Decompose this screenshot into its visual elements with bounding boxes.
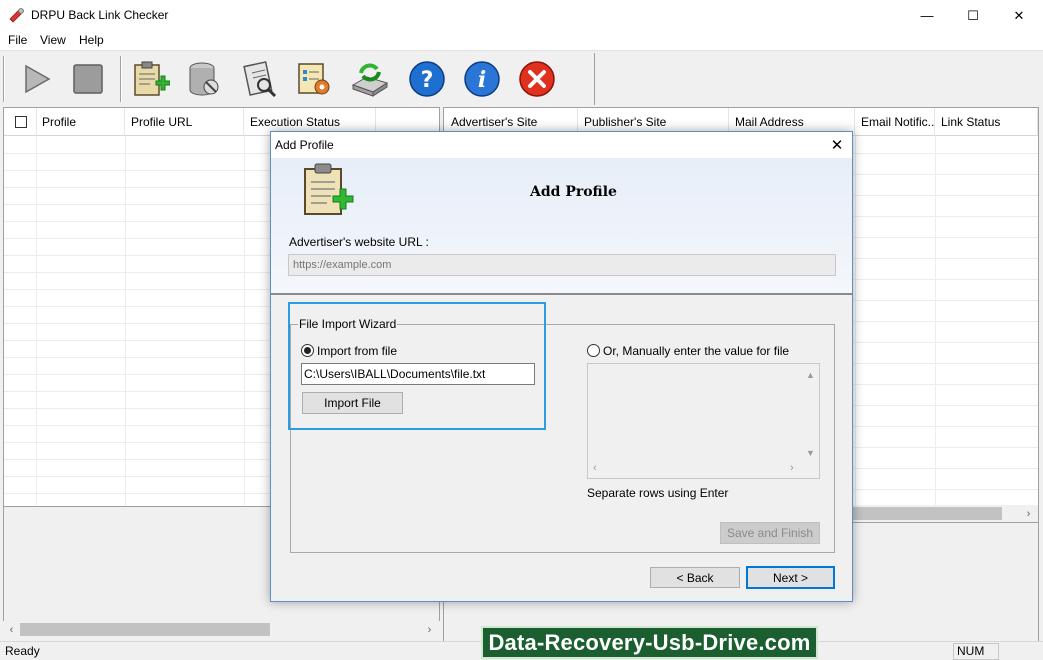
help-icon: ?	[409, 61, 445, 97]
dialog-close-button[interactable]: ✕	[823, 134, 851, 156]
watermark-banner: Data-Recovery-Usb-Drive.com	[481, 626, 818, 659]
app-title: DRPU Back Link Checker	[31, 8, 169, 22]
import-file-button[interactable]: Import File	[302, 392, 403, 414]
menu-bar: File View Help	[0, 31, 1043, 51]
update-icon	[351, 63, 389, 97]
scroll-right-icon[interactable]: ›	[421, 621, 438, 638]
app-icon	[9, 8, 24, 23]
scroll-left-icon[interactable]: ‹	[593, 462, 597, 474]
info-button[interactable]: i	[460, 57, 504, 101]
close-icon: ✕	[830, 137, 844, 154]
add-profile-icon	[304, 163, 354, 215]
grid-line	[125, 136, 126, 506]
svg-text:i: i	[478, 67, 486, 93]
scroll-thumb[interactable]	[844, 507, 1002, 520]
manual-entry-radio[interactable]	[587, 344, 600, 357]
status-text: Ready	[5, 644, 40, 658]
minimize-icon: —	[920, 8, 934, 23]
scroll-thumb[interactable]	[20, 623, 270, 636]
save-and-finish-button[interactable]: Save and Finish	[720, 522, 820, 544]
scroll-left-icon[interactable]: ‹	[3, 621, 20, 638]
title-bar: DRPU Back Link Checker — ☐ ✕	[0, 0, 1043, 31]
report-icon	[243, 61, 277, 98]
grid-line	[244, 136, 245, 506]
update-button[interactable]	[348, 57, 392, 101]
import-from-file-label: Import from file	[317, 344, 398, 358]
separate-rows-hint: Separate rows using Enter	[587, 486, 729, 500]
manual-entry-textarea[interactable]: ▲ ▼ ‹ ›	[587, 363, 820, 479]
toolbar-separator	[120, 56, 122, 102]
toolbar: ? i	[0, 52, 1043, 106]
manual-entry-label: Or, Manually enter the value for file	[603, 344, 790, 358]
url-label: Advertiser's website URL :	[289, 235, 429, 249]
database-icon	[189, 62, 219, 96]
report-button[interactable]	[238, 57, 282, 101]
svg-text:?: ?	[421, 68, 434, 93]
close-button[interactable]: ✕	[996, 0, 1042, 31]
exit-icon	[519, 61, 555, 97]
toolbar-separator	[3, 56, 5, 102]
maximize-icon: ☐	[967, 7, 979, 23]
grid-line	[36, 136, 37, 506]
help-button[interactable]: ?	[405, 57, 449, 101]
stop-icon	[73, 64, 103, 94]
start-button[interactable]	[14, 57, 58, 101]
dialog-title: Add Profile	[275, 138, 334, 152]
column-header-profile[interactable]: Profile	[36, 108, 125, 136]
add-profile-dialog: Add Profile ✕ Add Profile Advertiser's w…	[270, 131, 853, 602]
column-header-link-status[interactable]: Link Status	[935, 108, 1038, 136]
exit-button[interactable]	[515, 57, 559, 101]
radio-selected-dot	[304, 347, 311, 354]
settings-button[interactable]	[292, 57, 336, 101]
settings-icon	[298, 63, 330, 95]
num-lock-indicator: NUM	[953, 643, 999, 660]
import-from-file-radio[interactable]	[301, 344, 314, 357]
maximize-button[interactable]: ☐	[950, 0, 996, 31]
dialog-title-bar: Add Profile ✕	[271, 132, 852, 158]
menu-help[interactable]: Help	[75, 33, 108, 47]
dialog-divider	[271, 293, 852, 295]
close-icon: ✕	[1013, 7, 1025, 23]
select-all-checkbox[interactable]	[15, 116, 27, 128]
database-button[interactable]	[182, 57, 226, 101]
toolbar-separator	[594, 53, 595, 105]
back-button[interactable]: < Back	[650, 567, 740, 588]
info-icon: i	[464, 61, 500, 97]
file-path-input[interactable]	[301, 363, 535, 385]
scroll-up-icon[interactable]: ▲	[806, 370, 815, 380]
stop-button[interactable]	[66, 57, 110, 101]
scroll-right-icon[interactable]: ›	[790, 462, 794, 474]
play-icon	[25, 64, 51, 94]
menu-file[interactable]: File	[4, 33, 31, 47]
minimize-button[interactable]: —	[904, 0, 950, 31]
column-header-profile-url[interactable]: Profile URL	[125, 108, 244, 136]
add-profile-button[interactable]	[128, 57, 172, 101]
column-header-email-notification[interactable]: Email Notific...	[855, 108, 935, 136]
add-profile-icon	[134, 61, 170, 96]
advertiser-url-input[interactable]	[288, 254, 836, 276]
menu-view[interactable]: View	[36, 33, 70, 47]
next-button[interactable]: Next >	[746, 566, 835, 589]
dialog-heading: Add Profile	[530, 184, 617, 200]
left-horizontal-scrollbar[interactable]: ‹ ›	[3, 621, 440, 638]
scroll-down-icon[interactable]: ▼	[806, 448, 815, 458]
scroll-right-icon[interactable]: ›	[1020, 505, 1037, 522]
